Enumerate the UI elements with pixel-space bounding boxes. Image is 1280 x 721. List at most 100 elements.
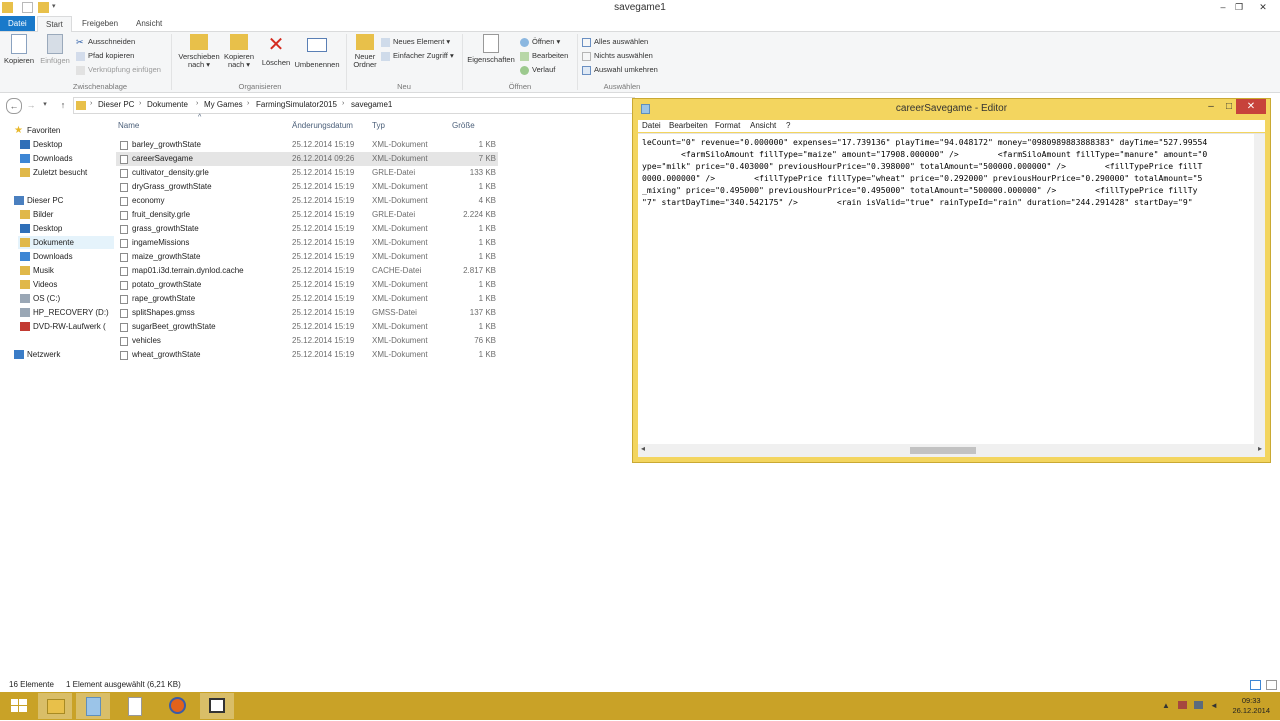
tab-freigeben[interactable]: Freigeben (74, 16, 126, 31)
file-row[interactable]: maize_growthState 25.12.2014 15:19 XML-Dok… (116, 250, 498, 264)
tab-ansicht[interactable]: Ansicht (128, 16, 170, 31)
taskbar-notepad-2[interactable] (200, 693, 234, 719)
breadcrumb-separator[interactable]: › (342, 100, 344, 107)
breadcrumb-documents[interactable]: Dokumente (147, 100, 188, 109)
volume-icon[interactable]: ◄ (1210, 701, 1218, 710)
invert-selection-button[interactable]: Auswahl umkehren (582, 64, 658, 76)
breadcrumb-savegame1[interactable]: savegame1 (351, 100, 392, 109)
paste-button[interactable]: Einfügen (38, 34, 72, 65)
taskbar-files[interactable] (117, 693, 151, 719)
nav-desktop[interactable]: Desktop (20, 222, 62, 235)
vertical-scrollbar[interactable] (1254, 134, 1265, 444)
clock[interactable]: 09:33 26.12.2014 (1232, 696, 1270, 716)
menu-format[interactable]: Format (715, 120, 740, 132)
notepad-maximize-button[interactable]: □ (1221, 99, 1237, 114)
breadcrumb-my-games[interactable]: My Games (204, 100, 243, 109)
back-button[interactable]: ← (6, 98, 22, 114)
breadcrumb-separator[interactable]: › (196, 100, 198, 107)
nav-favorites[interactable]: ★ Favoriten (14, 124, 60, 137)
file-row[interactable]: potato_growthState 25.12.2014 15:19 XML-Do… (116, 278, 498, 292)
new-folder-button[interactable]: Neuer Ordner (350, 34, 380, 69)
scrollbar-thumb[interactable] (910, 447, 976, 454)
file-row[interactable]: wheat_growthState 25.12.2014 15:19 XML-Dok… (116, 348, 498, 362)
file-row[interactable]: fruit_density.grle 25.12.2014 15:19 GRLE-D… (116, 208, 498, 222)
breadcrumb-separator[interactable]: › (247, 100, 249, 107)
column-header-date[interactable]: Änderungsdatum (292, 121, 353, 130)
file-row[interactable]: barley_growthState 25.12.2014 15:19 XML-Do… (116, 138, 498, 152)
breadcrumb-separator[interactable]: › (139, 100, 141, 107)
tab-datei[interactable]: Datei (0, 16, 35, 31)
file-row[interactable]: grass_growthState 25.12.2014 15:19 XML-Dok… (116, 222, 498, 236)
breadcrumb-farmingsimulator[interactable]: FarmingSimulator2015 (256, 100, 337, 109)
file-row[interactable]: economy 25.12.2014 15:19 XML-Dokument 4 KB (116, 194, 498, 208)
nav-drive-d[interactable]: HP_RECOVERY (D:) (20, 306, 109, 319)
edit-button[interactable]: Bearbeiten (520, 50, 568, 62)
nav-drive-c[interactable]: OS (C:) (20, 292, 60, 305)
cut-button[interactable]: ✂ Ausschneiden (76, 36, 135, 48)
open-button[interactable]: Öffnen ▾ (520, 36, 560, 48)
notepad-text-area[interactable]: leCount="0" revenue="0.000000" expenses=… (638, 133, 1265, 444)
taskbar-firefox[interactable] (160, 693, 194, 719)
file-row[interactable]: cultivator_density.grle 25.12.2014 15:19 G… (116, 166, 498, 180)
file-row[interactable]: careerSavegame 26.12.2014 09:26 XML-Dokume… (116, 152, 498, 166)
column-header-size[interactable]: Größe (452, 121, 475, 130)
nav-dvd-drive[interactable]: DVD-RW-Laufwerk ( (20, 320, 106, 333)
nav-videos[interactable]: Videos (20, 278, 57, 291)
menu-datei[interactable]: Datei (642, 120, 661, 132)
rename-button[interactable]: Umbenennen (294, 34, 340, 69)
forward-button[interactable]: → (24, 98, 38, 112)
move-to-button[interactable]: Verschieben nach ▾ (176, 34, 222, 69)
column-header-name[interactable]: Name (118, 121, 139, 130)
file-row[interactable]: map01.i3d.terrain.dynlod.cache 25.12.2014… (116, 264, 498, 278)
notepad-minimize-button[interactable]: – (1203, 99, 1219, 114)
properties-button[interactable]: Eigenschaften (465, 34, 517, 64)
menu-bearbeiten[interactable]: Bearbeiten (669, 120, 708, 132)
nav-pictures[interactable]: Bilder (20, 208, 53, 221)
menu-ansicht[interactable]: Ansicht (750, 120, 776, 132)
copy-button[interactable]: Kopieren (4, 34, 34, 65)
maximize-button[interactable]: ❐ (1230, 1, 1248, 14)
network-status-icon[interactable] (1194, 701, 1203, 709)
recent-locations-dropdown[interactable]: ▾ (40, 98, 50, 112)
tab-start[interactable]: Start (37, 16, 72, 32)
details-view-icon[interactable] (1250, 680, 1261, 690)
paste-shortcut-button[interactable]: Verknüpfung einfügen (76, 64, 161, 76)
start-button[interactable] (2, 693, 36, 719)
nav-fav-desktop[interactable]: Desktop (20, 138, 62, 151)
easy-access-button[interactable]: Einfacher Zugriff ▾ (381, 50, 454, 62)
nav-music[interactable]: Musik (20, 264, 54, 277)
new-item-button[interactable]: Neues Element ▾ (381, 36, 450, 48)
file-row[interactable]: splitShapes.gmss 25.12.2014 15:19 GMSS-Dat… (116, 306, 498, 320)
action-center-icon[interactable] (1178, 701, 1187, 709)
scroll-left-icon[interactable]: ◂ (641, 444, 645, 453)
breadcrumb-separator[interactable]: › (90, 100, 92, 107)
history-button[interactable]: Verlauf (520, 64, 555, 76)
file-row[interactable]: dryGrass_growthState 25.12.2014 15:19 XML-… (116, 180, 498, 194)
nav-downloads[interactable]: Downloads (20, 250, 73, 263)
show-hidden-icons-icon[interactable]: ▲ (1162, 701, 1170, 710)
select-none-button[interactable]: Nichts auswählen (582, 50, 653, 62)
file-row[interactable]: vehicles 25.12.2014 15:19 XML-Dokument 76 K… (116, 334, 498, 348)
large-icons-view-icon[interactable] (1266, 680, 1277, 690)
close-button[interactable]: ✕ (1254, 1, 1272, 14)
file-row[interactable]: sugarBeet_growthState 25.12.2014 15:19 XML… (116, 320, 498, 334)
select-all-button[interactable]: Alles auswählen (582, 36, 648, 48)
file-row[interactable]: ingameMissions 25.12.2014 15:19 XML-Dokume… (116, 236, 498, 250)
up-button[interactable]: ↑ (56, 98, 70, 112)
nav-network[interactable]: Netzwerk (14, 348, 60, 361)
address-bar[interactable]: › Dieser PC › Dokumente › My Games › Far… (73, 97, 635, 114)
column-header-type[interactable]: Typ (372, 121, 385, 130)
delete-button[interactable]: ✕ Löschen (260, 34, 292, 67)
scroll-right-icon[interactable]: ▸ (1258, 444, 1262, 453)
nav-recent[interactable]: Zuletzt besucht (20, 166, 87, 179)
notepad-window[interactable]: careerSavegame - Editor – □ ✕ Datei Bear… (632, 98, 1271, 463)
file-row[interactable]: rape_growthState 25.12.2014 15:19 XML-Doku… (116, 292, 498, 306)
nav-fav-downloads[interactable]: Downloads (20, 152, 73, 165)
copy-path-button[interactable]: Pfad kopieren (76, 50, 134, 62)
notepad-close-button[interactable]: ✕ (1236, 99, 1266, 114)
taskbar-notepad-1[interactable] (76, 693, 110, 719)
taskbar-explorer[interactable] (38, 693, 72, 719)
nav-this-pc[interactable]: Dieser PC (14, 194, 63, 207)
breadcrumb-this-pc[interactable]: Dieser PC (98, 100, 134, 109)
nav-documents[interactable]: Dokumente (18, 236, 114, 249)
